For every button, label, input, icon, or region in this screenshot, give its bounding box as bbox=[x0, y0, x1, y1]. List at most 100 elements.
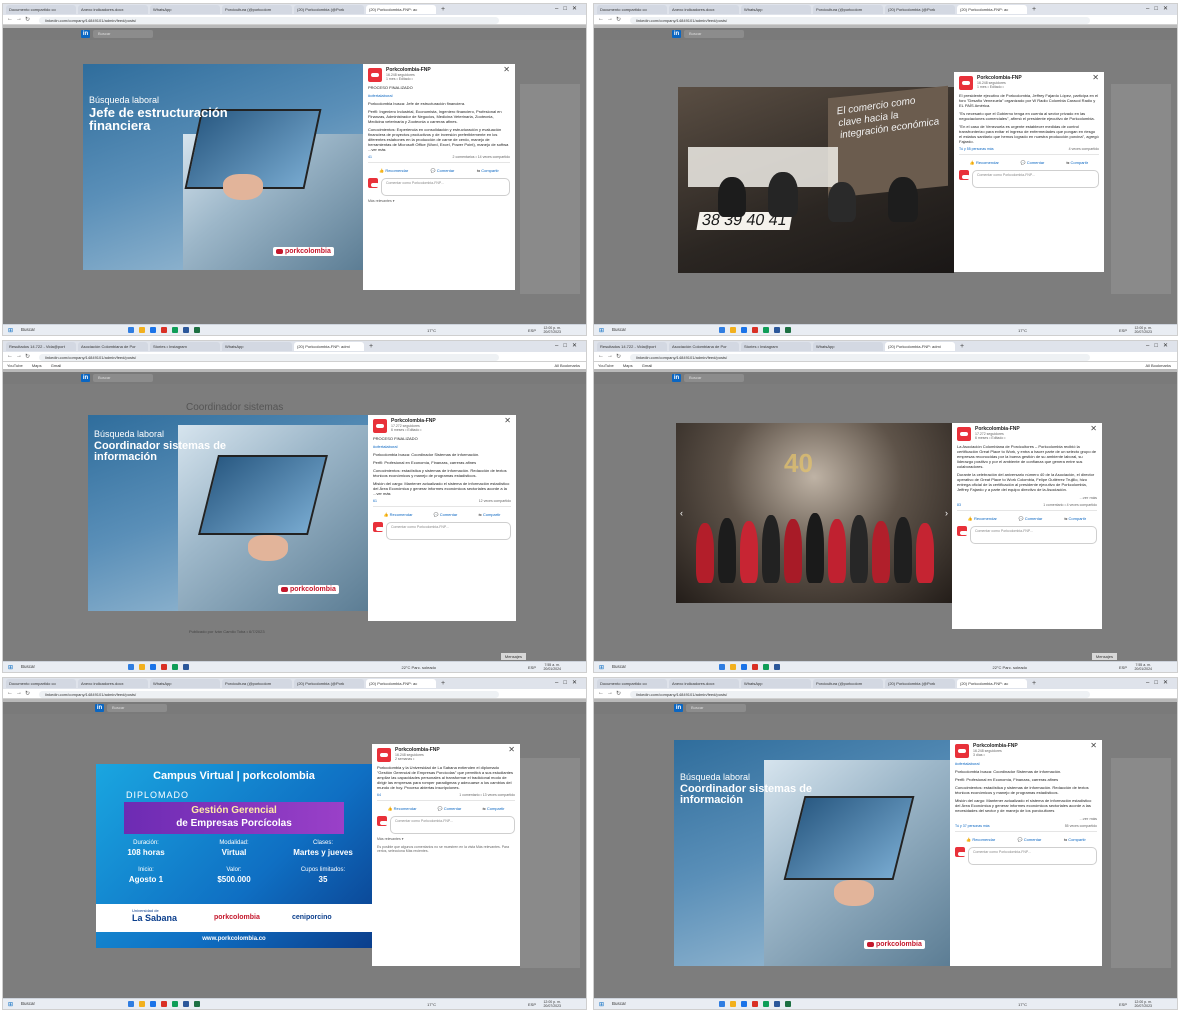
windows-icon[interactable]: ⊞ bbox=[599, 664, 604, 671]
back-icon[interactable]: ← bbox=[598, 353, 604, 359]
tab-asociacion[interactable]: Asociación Colombiana de Por bbox=[669, 342, 739, 351]
taskbar-search[interactable]: Buscar bbox=[612, 664, 626, 669]
url-input[interactable]: linkedin.com/company/14849101/admin/feed… bbox=[39, 691, 499, 698]
bookmark-maps[interactable]: Maps bbox=[623, 363, 633, 368]
folder-icon[interactable] bbox=[730, 1001, 736, 1007]
windows-icon[interactable]: ⊞ bbox=[599, 1001, 604, 1008]
back-icon[interactable]: ← bbox=[7, 16, 13, 22]
post-stats[interactable]: 61 12 veces compartido bbox=[373, 499, 511, 507]
chrome-icon[interactable] bbox=[172, 327, 178, 333]
post-image[interactable]: Búsqueda laboral Coordinador sistemas de… bbox=[674, 740, 950, 966]
window-controls[interactable]: –□✕ bbox=[555, 679, 582, 686]
org-avatar[interactable] bbox=[957, 427, 971, 441]
bookmark-youtube[interactable]: YouTube bbox=[7, 363, 23, 368]
app-icon[interactable] bbox=[752, 664, 758, 670]
recommend-button[interactable]: 👍 Recomendar bbox=[384, 512, 413, 517]
window-controls[interactable]: –□✕ bbox=[555, 342, 582, 349]
post-photo[interactable]: El comercio como clave hacia la integrac… bbox=[678, 85, 954, 273]
folder-icon[interactable] bbox=[139, 664, 145, 670]
close-icon[interactable]: ✕ bbox=[508, 746, 515, 754]
weather[interactable]: 17°C bbox=[1018, 1002, 1027, 1007]
tab-whatsapp[interactable]: WhatsApp bbox=[222, 342, 292, 351]
linkedin-search[interactable]: Buscar bbox=[686, 704, 746, 712]
tab-anexo[interactable]: Anexo indicadores.docx bbox=[669, 5, 739, 14]
linkedin-search[interactable]: Buscar bbox=[684, 30, 744, 38]
new-tab-icon[interactable]: + bbox=[366, 343, 376, 350]
forward-icon[interactable]: → bbox=[607, 353, 613, 359]
comment-input[interactable]: Comentar como Porkcolombia-FNP... bbox=[381, 178, 510, 196]
tray-lang[interactable]: ESP bbox=[1119, 328, 1127, 333]
new-tab-icon[interactable]: + bbox=[438, 680, 448, 687]
forward-icon[interactable]: → bbox=[607, 16, 613, 22]
tab-linkedin[interactable]: (20) Porkcolombia-FNP: ac bbox=[957, 679, 1027, 688]
linkedin-search[interactable]: Buscar bbox=[93, 30, 153, 38]
tab-linkedin[interactable]: (20) Porkcolombia-FNP: ac bbox=[366, 679, 436, 688]
taskbar-search[interactable]: Buscar bbox=[21, 327, 35, 332]
taskbar-search[interactable]: Buscar bbox=[21, 664, 35, 669]
new-tab-icon[interactable]: + bbox=[1029, 6, 1039, 13]
reload-icon[interactable]: ↻ bbox=[616, 690, 621, 697]
tab-stories[interactable]: Stories • Instagram bbox=[741, 342, 811, 351]
back-icon[interactable]: ← bbox=[598, 690, 604, 696]
word-icon[interactable] bbox=[183, 327, 189, 333]
comment-input[interactable]: Comentar como Porkcolombia-FNP... bbox=[390, 816, 515, 834]
url-input[interactable]: linkedin.com/company/14849101/admin/feed… bbox=[630, 354, 1090, 361]
app-icon[interactable] bbox=[161, 1001, 167, 1007]
reload-icon[interactable]: ↻ bbox=[25, 353, 30, 360]
tab-twitter[interactable]: (20) Porkcolombia (@Pork bbox=[294, 5, 364, 14]
linkedin-logo[interactable]: in bbox=[672, 30, 681, 38]
word-icon[interactable] bbox=[774, 664, 780, 670]
url-input[interactable]: linkedin.com/company/14849101/admin/feed… bbox=[630, 691, 1090, 698]
url-input[interactable]: linkedin.com/company/14849101/admin/feed… bbox=[39, 354, 499, 361]
linkedin-search[interactable]: Buscar bbox=[684, 374, 744, 382]
recommend-button[interactable]: 👍 Recomendar bbox=[966, 837, 995, 842]
clock[interactable]: 12:00 p. m. 20/07/2023 bbox=[543, 326, 561, 334]
tab-whatsapp[interactable]: WhatsApp bbox=[813, 342, 883, 351]
tab-twitter[interactable]: (20) Porkcolombia (@Pork bbox=[294, 679, 364, 688]
tab-anexo[interactable]: Anexo indicadores.docx bbox=[78, 5, 148, 14]
new-tab-icon[interactable]: + bbox=[438, 6, 448, 13]
windows-icon[interactable]: ⊞ bbox=[8, 664, 13, 671]
tab-docs[interactable]: Documento compartido co bbox=[6, 5, 76, 14]
weather[interactable]: 17°C bbox=[427, 328, 436, 333]
app-icon[interactable] bbox=[128, 664, 134, 670]
windows-icon[interactable]: ⊞ bbox=[8, 1001, 13, 1008]
tab-twitter[interactable]: (20) Porkcolombia (@Pork bbox=[885, 5, 955, 14]
linkedin-logo[interactable]: in bbox=[674, 704, 683, 712]
app-icon[interactable] bbox=[719, 327, 725, 333]
taskbar-search[interactable]: Buscar bbox=[612, 1001, 626, 1006]
tab-whatsapp[interactable]: WhatsApp bbox=[741, 679, 811, 688]
tab-linkedin[interactable]: (20) Porkcolombia-FNP: ac bbox=[957, 5, 1027, 14]
comment-button[interactable]: 💬 Comentar bbox=[1021, 160, 1045, 165]
excel-icon[interactable] bbox=[194, 1001, 200, 1007]
reload-icon[interactable]: ↻ bbox=[616, 16, 621, 23]
recommend-button[interactable]: 👍 Recomendar bbox=[970, 160, 999, 165]
tab-resultados[interactable]: Resultados 14.722 - Vida@port bbox=[597, 342, 667, 351]
excel-icon[interactable] bbox=[194, 327, 200, 333]
post-photo[interactable]: 40 ‹ › bbox=[676, 423, 952, 603]
all-bookmarks[interactable]: All Bookmarks bbox=[1145, 362, 1171, 369]
post-stats[interactable]: 83 1 comentario • 4 veces compartido bbox=[957, 503, 1097, 511]
close-icon[interactable]: ✕ bbox=[503, 66, 510, 74]
reload-icon[interactable]: ↻ bbox=[25, 16, 30, 23]
recommend-button[interactable]: 👍 Recomendar bbox=[968, 516, 997, 521]
close-icon[interactable]: ✕ bbox=[504, 417, 511, 425]
comment-input[interactable]: Comentar como Porkcolombia-FNP... bbox=[968, 847, 1097, 865]
tab-anexo[interactable]: Anexo indicadores.docx bbox=[78, 679, 148, 688]
tab-anexo[interactable]: Anexo indicadores.docx bbox=[669, 679, 739, 688]
tab-docs[interactable]: Documento compartido co bbox=[597, 679, 667, 688]
app-icon[interactable] bbox=[150, 1001, 156, 1007]
comment-input[interactable]: Comentar como Porkcolombia-FNP... bbox=[386, 522, 511, 540]
windows-icon[interactable]: ⊞ bbox=[8, 327, 13, 334]
comment-button[interactable]: 💬 Comentar bbox=[438, 806, 462, 811]
post-image[interactable]: Búsqueda laboral Coordinador sistemas de… bbox=[88, 415, 368, 611]
share-button[interactable]: ⇆ Compartir bbox=[1064, 837, 1086, 842]
comment-button[interactable]: 💬 Comentar bbox=[1018, 837, 1042, 842]
tab-whatsapp[interactable]: WhatsApp bbox=[150, 5, 220, 14]
folder-icon[interactable] bbox=[730, 327, 736, 333]
taskbar-search[interactable]: Buscar bbox=[21, 1001, 35, 1006]
weather[interactable]: 17°C bbox=[1018, 328, 1027, 333]
windows-icon[interactable]: ⊞ bbox=[599, 327, 604, 334]
clock[interactable]: 12:00 p. m. 20/07/2023 bbox=[1134, 326, 1152, 334]
tray-lang[interactable]: ESP bbox=[528, 328, 536, 333]
